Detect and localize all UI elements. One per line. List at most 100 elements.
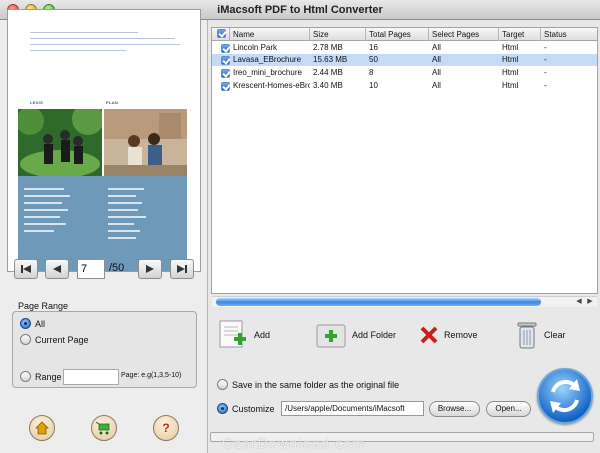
remove-x-icon [420, 326, 438, 344]
cell-size: 2.44 MB [313, 68, 343, 77]
preview-heading-right: PLAN [106, 100, 119, 105]
column-header-target[interactable]: Target [499, 28, 541, 41]
shopping-cart-icon [96, 421, 110, 435]
column-header-size[interactable]: Size [310, 28, 366, 41]
add-folder-icon [316, 324, 346, 348]
browse-button[interactable]: Browse... [429, 401, 480, 417]
page-total-label: /50 [109, 262, 125, 274]
preview-bullet [24, 195, 70, 197]
row-checkbox[interactable] [221, 56, 230, 65]
range-option-current[interactable]: Current Page [20, 334, 89, 345]
add-folder-label: Add Folder [352, 330, 397, 340]
output-path-field[interactable]: /Users/apple/Documents/iMacsoft [281, 401, 424, 416]
scrollbar-thumb[interactable] [216, 298, 541, 306]
table-row[interactable]: Ireo_mini_brochure 2.44 MB 8 All Html - [212, 67, 597, 79]
cell-status: - [544, 68, 547, 77]
preview-bullet [24, 230, 54, 232]
table-header: Name Size Total Pages Select Pages Targe… [212, 28, 597, 41]
preview-text-line [30, 32, 138, 33]
cell-select-pages: All [432, 55, 441, 64]
last-page-icon [177, 265, 187, 273]
range-range-label: Range [35, 371, 62, 382]
range-current-label: Current Page [35, 334, 89, 345]
clear-button[interactable]: Clear [516, 315, 566, 355]
select-all-checkbox[interactable] [217, 29, 226, 38]
range-option-all[interactable]: All [20, 318, 45, 329]
remove-button[interactable]: Remove [420, 315, 478, 355]
cell-target: Html [502, 81, 519, 90]
column-header-status[interactable]: Status [541, 28, 597, 41]
next-page-button[interactable] [138, 259, 162, 279]
cell-target: Html [502, 68, 519, 77]
row-checkbox[interactable] [221, 82, 230, 91]
preview-bullet [108, 188, 144, 190]
cell-size: 15.63 MB [313, 55, 348, 64]
cell-name: Ireo_mini_brochure [233, 68, 302, 77]
add-button[interactable]: Add [218, 315, 270, 355]
convert-button[interactable] [537, 368, 593, 424]
preview-bullet [24, 209, 68, 211]
last-page-button[interactable] [170, 259, 194, 279]
table-row[interactable]: Lavasa_EBrochure 15.63 MB 50 All Html - [212, 54, 597, 66]
home-icon [35, 421, 49, 435]
select-all-column[interactable] [212, 28, 230, 41]
cell-target: Html [502, 43, 519, 52]
preview-photo-right [104, 109, 187, 177]
cell-select-pages: All [432, 68, 441, 77]
preview-bullet [108, 223, 134, 225]
range-input[interactable] [63, 369, 119, 385]
add-label: Add [254, 330, 271, 340]
file-table[interactable]: Name Size Total Pages Select Pages Targe… [211, 27, 598, 294]
cell-target: Html [502, 55, 519, 64]
preview-bullet [108, 237, 136, 239]
page-navigator: /50 [14, 259, 194, 281]
range-all-radio[interactable] [20, 318, 31, 329]
customize-label: Customize [232, 403, 275, 414]
column-header-select-pages[interactable]: Select Pages [429, 28, 499, 41]
range-range-radio[interactable] [20, 371, 31, 382]
table-row[interactable]: Krescent-Homes-eBrochure 3.40 MB 10 All … [212, 80, 597, 92]
page-range-title: Page Range [18, 301, 69, 311]
cell-status: - [544, 81, 547, 90]
column-header-total-pages[interactable]: Total Pages [366, 28, 429, 41]
range-current-radio[interactable] [20, 334, 31, 345]
convert-refresh-icon [550, 379, 580, 413]
customize-radio[interactable] [217, 403, 228, 414]
output-customize-option[interactable]: Customize [217, 403, 275, 414]
cell-select-pages: All [432, 81, 441, 90]
page-number-input[interactable] [77, 259, 105, 279]
cell-name: Lincoln Park [233, 43, 278, 52]
preview-photo-left [18, 109, 102, 177]
help-button[interactable]: ? [153, 415, 179, 441]
preview-bullet [108, 216, 146, 218]
preview-text-line [30, 44, 180, 45]
cell-total-pages: 10 [369, 81, 378, 90]
cell-name: Lavasa_EBrochure [233, 55, 302, 64]
range-option-range[interactable]: Range [20, 371, 62, 382]
scroll-right-arrow[interactable]: ▶ [585, 297, 595, 307]
watermark-text: GearDownload.com [222, 437, 366, 452]
table-row[interactable]: Lincoln Park 2.78 MB 16 All Html - [212, 42, 597, 54]
scroll-left-arrow[interactable]: ◀ [574, 297, 584, 307]
cell-size: 3.40 MB [313, 81, 343, 90]
buy-button[interactable] [91, 415, 117, 441]
same-folder-radio[interactable] [217, 379, 228, 390]
cell-total-pages: 16 [369, 43, 378, 52]
table-horizontal-scrollbar[interactable]: ◀ ▶ [212, 296, 597, 307]
previous-page-icon [53, 265, 61, 273]
home-button[interactable] [29, 415, 55, 441]
column-header-name[interactable]: Name [230, 28, 310, 41]
add-folder-button[interactable]: Add Folder [316, 315, 396, 355]
first-page-button[interactable] [14, 259, 38, 279]
next-page-icon [146, 265, 154, 273]
trash-icon [517, 322, 537, 349]
row-checkbox[interactable] [221, 44, 230, 53]
output-same-folder-option[interactable]: Save in the same folder as the original … [217, 379, 399, 390]
range-hint: Page: e.g(1,3,5-10) [121, 372, 182, 379]
previous-page-button[interactable] [45, 259, 69, 279]
open-button[interactable]: Open... [486, 401, 531, 417]
remove-label: Remove [444, 330, 478, 340]
row-checkbox[interactable] [221, 69, 230, 78]
range-all-label: All [35, 318, 46, 329]
preview-bullet [24, 223, 66, 225]
